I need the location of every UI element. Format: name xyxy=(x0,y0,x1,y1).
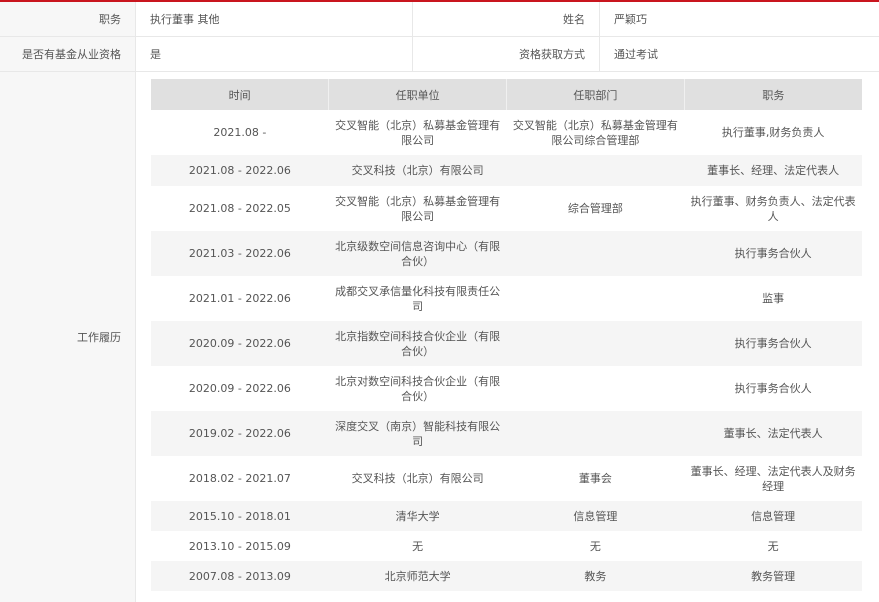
header-department: 任职部门 xyxy=(506,79,685,110)
cell-department: 董事会 xyxy=(578,472,612,485)
cell-position: 董事长、经理、法定代表人 xyxy=(684,155,862,186)
cell-company: 交叉科技（北京）有限公司 xyxy=(351,472,484,485)
cell-department: 无 xyxy=(589,539,601,553)
cell-position: 执行董事、财务负责人、法定代表人 xyxy=(690,194,856,223)
cell-position: 董事长、经理、法定代表人及财务经理 xyxy=(690,464,856,493)
cell-time: 2021.03 - 2022.06 xyxy=(151,231,329,276)
cell-position: 无 xyxy=(767,539,779,553)
cell-company: 北京级数空间信息咨询中心（有限合伙） xyxy=(328,231,507,276)
cell-position: 教务管理 xyxy=(684,561,862,591)
cell-department xyxy=(507,276,685,321)
cell-company: 清华大学 xyxy=(328,501,507,531)
cell-department xyxy=(506,321,685,366)
cell-company: 交叉智能（北京）私募基金管理有限公司 xyxy=(335,118,501,147)
name-value: 严颖巧 xyxy=(614,13,647,26)
method-label: 资格获取方式 xyxy=(413,37,600,71)
cell-time: 2021.01 - 2022.06 xyxy=(188,292,291,305)
cell-company: 北京指数空间科技合伙企业（有限合伙） xyxy=(328,321,507,366)
table-row: 2007.08 - 2013.09 北京师范大学 教务 教务管理 xyxy=(151,561,862,591)
position-row: 职务 执行董事 其他 姓名 严颖巧 xyxy=(0,2,879,37)
cell-department xyxy=(506,411,685,456)
cell-time: 2020.09 - 2022.06 xyxy=(151,321,329,366)
cell-time: 2020.09 - 2022.06 xyxy=(188,382,291,395)
table-row: 2021.08 - 交叉智能（北京）私募基金管理有限公司 交叉智能（北京）私募基金管… xyxy=(151,110,862,155)
cell-time: 2018.02 - 2021.07 xyxy=(188,472,291,485)
header-time: 时间 xyxy=(151,79,330,110)
cell-time: 2021.08 - xyxy=(213,126,267,139)
cell-time: 2021.08 - 2022.06 xyxy=(151,155,329,186)
work-history-table: 时间 任职单位 任职部门 职务 2021.08 - 交叉智能（北京）私募基金管理有… xyxy=(151,79,862,591)
cell-position: 执行事务合伙人 xyxy=(684,321,862,366)
cell-time: 2015.10 - 2018.01 xyxy=(151,501,329,531)
header-company: 任职单位 xyxy=(328,79,507,110)
table-row: 2020.09 - 2022.06 北京指数空间科技合伙企业（有限合伙） 执行事务合… xyxy=(151,321,862,366)
cell-position: 监事 xyxy=(762,292,785,305)
name-label: 姓名 xyxy=(413,2,600,36)
cell-company: 交叉智能（北京）私募基金管理有限公司 xyxy=(335,194,501,223)
cell-position: 执行事务合伙人 xyxy=(684,231,862,276)
table-row: 2020.09 - 2022.06 北京对数空间科技合伙企业（有限合伙） 执行事务合… xyxy=(151,366,862,411)
table-row: 2019.02 - 2022.06 深度交叉（南京）智能科技有限公司 董事长、法定代… xyxy=(151,411,862,456)
table-row: 2018.02 - 2021.07 交叉科技（北京）有限公司 董事会 董事长、经理、法… xyxy=(151,456,862,501)
cell-department xyxy=(506,155,685,186)
table-row: 2021.01 - 2022.06 成都交叉承信量化科技有限责任公司 监事 xyxy=(151,276,862,321)
work-history-label: 工作履历 xyxy=(0,72,136,602)
position-value: 执行董事 其他 xyxy=(136,2,413,36)
qualification-label: 是否有基金从业资格 xyxy=(0,37,136,71)
cell-department: 信息管理 xyxy=(506,501,685,531)
work-history-container: 时间 任职单位 任职部门 职务 2021.08 - 交叉智能（北京）私募基金管理有… xyxy=(136,72,862,602)
cell-department xyxy=(507,366,685,411)
table-row: 2021.03 - 2022.06 北京级数空间信息咨询中心（有限合伙） 执行事务合… xyxy=(151,231,862,276)
table-row: 2021.08 - 2022.05 交叉智能（北京）私募基金管理有限公司 综合管理部… xyxy=(151,186,862,231)
cell-company: 深度交叉（南京）智能科技有限公司 xyxy=(328,411,507,456)
cell-position: 执行事务合伙人 xyxy=(734,382,812,395)
table-row: 2013.10 - 2015.09 无 无 无 xyxy=(151,531,862,561)
cell-company: 北京师范大学 xyxy=(328,561,507,591)
cell-time: 2019.02 - 2022.06 xyxy=(151,411,329,456)
cell-company: 无 xyxy=(412,539,424,553)
cell-position: 董事长、法定代表人 xyxy=(684,411,862,456)
cell-time: 2021.08 - 2022.05 xyxy=(188,202,291,215)
qualification-value: 是 xyxy=(136,37,413,71)
cell-company: 交叉科技（北京）有限公司 xyxy=(328,155,507,186)
cell-department: 教务 xyxy=(506,561,685,591)
cell-position: 信息管理 xyxy=(684,501,862,531)
method-value: 通过考试 xyxy=(614,48,658,61)
cell-department xyxy=(506,231,685,276)
cell-department: 综合管理部 xyxy=(567,202,623,215)
qualification-row: 是否有基金从业资格 是 资格获取方式 通过考试 xyxy=(0,37,879,72)
position-label: 职务 xyxy=(0,2,136,36)
cell-department: 交叉智能（北京）私募基金管理有限公司综合管理部 xyxy=(512,118,678,147)
work-history-row: 工作履历 时间 任职单位 任职部门 职务 2021.08 - 交叉智能（北京）私募… xyxy=(0,72,879,602)
cell-time: 2013.10 - 2015.09 xyxy=(188,539,291,553)
table-row: 2015.10 - 2018.01 清华大学 信息管理 信息管理 xyxy=(151,501,862,531)
cell-company: 北京对数空间科技合伙企业（有限合伙） xyxy=(335,374,501,403)
table-row: 2021.08 - 2022.06 交叉科技（北京）有限公司 董事长、经理、法定代表… xyxy=(151,155,862,186)
cell-position: 执行董事,财务负责人 xyxy=(721,126,825,139)
cell-time: 2007.08 - 2013.09 xyxy=(151,561,329,591)
header-position: 职务 xyxy=(684,79,862,110)
cell-company: 成都交叉承信量化科技有限责任公司 xyxy=(335,284,501,313)
